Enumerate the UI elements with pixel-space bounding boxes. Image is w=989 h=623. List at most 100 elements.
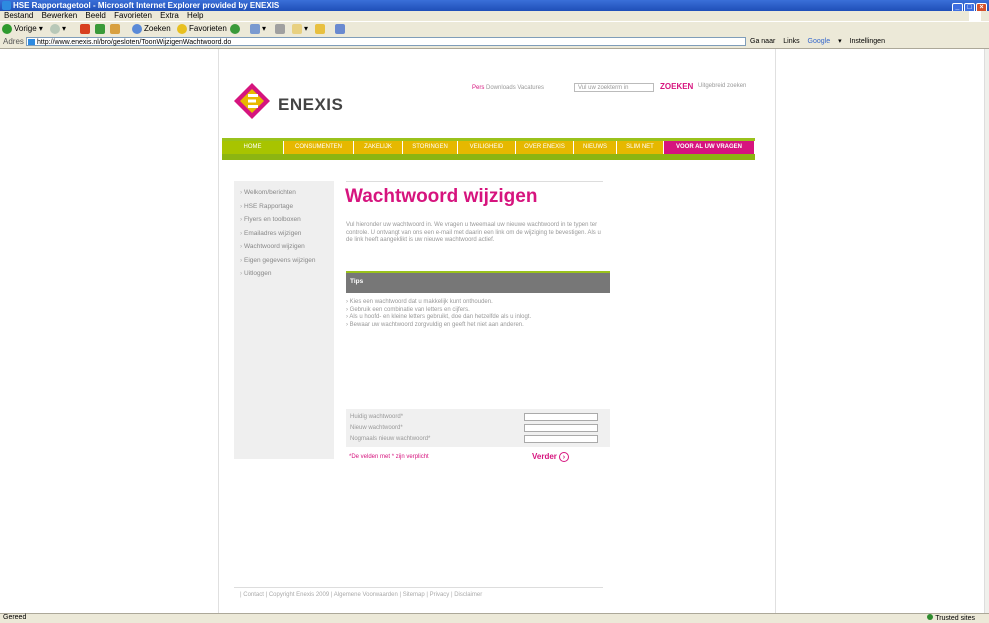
vertical-scrollbar[interactable]: [984, 49, 989, 613]
sidebar-item-hse-rapportage[interactable]: HSE Rapportage: [234, 200, 334, 214]
edit-button[interactable]: ▾: [292, 24, 308, 34]
window-titlebar: HSE Rapportagetool - Microsoft Internet …: [0, 0, 989, 14]
nav-voor-al-uw-vragen[interactable]: VOOR AL UW VRAGEN: [664, 141, 755, 154]
back-arrow-icon: [2, 24, 12, 34]
content-top-divider: [346, 181, 603, 182]
sidebar-item-eigen-gegevens[interactable]: Eigen gegevens wijzigen: [234, 254, 334, 268]
nav-subbar: [222, 154, 755, 160]
menu-beeld[interactable]: Beeld: [85, 11, 105, 20]
trusted-sites-icon: [927, 614, 934, 620]
security-zone: Trusted sites: [927, 614, 975, 623]
search-button[interactable]: Zoeken: [132, 24, 171, 34]
links-button[interactable]: Links: [783, 38, 799, 45]
tips-list: Kies een wachtwoord dat u makkelijk kunt…: [346, 299, 610, 329]
main-nav: HOME CONSUMENTEN ZAKELIJK STORINGEN VEIL…: [222, 138, 755, 160]
history-button[interactable]: [230, 24, 242, 34]
favorites-button[interactable]: Favorieten: [177, 24, 227, 34]
ie-icon: [2, 1, 11, 10]
new-password-label: Nieuw wachtwoord*: [350, 425, 403, 431]
go-button[interactable]: Ga naar: [750, 38, 775, 45]
settings-button[interactable]: Instellingen: [850, 38, 885, 45]
forward-button[interactable]: ▾: [50, 24, 66, 34]
menubar: Bestand Bewerken Beeld Favorieten Extra …: [0, 11, 989, 21]
submit-button[interactable]: Verder ›: [532, 452, 569, 462]
address-input[interactable]: http://www.enexis.nl/bro/gesloten/ToonWi…: [26, 37, 746, 46]
favorites-star-icon: [177, 24, 187, 34]
tip-item: Gebruik een combinatie van letters en ci…: [346, 307, 610, 315]
footer-link-disclaimer[interactable]: Disclaimer: [454, 592, 482, 598]
address-bar-right: Ga naar Links Google ▾ Instellingen: [750, 37, 891, 47]
messenger-button[interactable]: [335, 24, 347, 34]
footer-link-contact[interactable]: Contact: [243, 592, 264, 598]
toolbar: Vorige ▾ ▾ Zoeken Favorieten ▾ ▾: [0, 21, 989, 37]
menu-extra[interactable]: Extra: [160, 11, 179, 20]
nav-over-enexis[interactable]: OVER ENEXIS: [516, 141, 574, 154]
edit-icon: [292, 24, 302, 34]
nav-nieuws[interactable]: NIEUWS: [574, 141, 617, 154]
site-search-button[interactable]: ZOEKEN: [660, 82, 693, 91]
new-password-input[interactable]: [524, 424, 598, 432]
current-password-label: Huidig wachtwoord*: [350, 414, 404, 420]
nav-storingen[interactable]: STORINGEN: [403, 141, 458, 154]
footer-link-voorwaarden[interactable]: Algemene Voorwaarden: [334, 592, 398, 598]
history-icon: [230, 24, 240, 34]
home-icon: [110, 24, 120, 34]
top-link-vacatures[interactable]: Vacatures: [517, 85, 544, 91]
sidebar: Welkom/berichten HSE Rapportage Flyers e…: [234, 181, 334, 459]
page-viewport: ENEXIS Pers Downloads Vacatures Vul uw z…: [0, 49, 984, 613]
footer: | Contact | Copyright Enexis 2009 | Alge…: [240, 592, 483, 598]
menu-favorieten[interactable]: Favorieten: [114, 11, 152, 20]
enexis-logo-icon[interactable]: [234, 83, 270, 119]
advanced-search-link[interactable]: Uitgebreid zoeken: [698, 83, 746, 89]
enexis-wordmark[interactable]: ENEXIS: [278, 95, 343, 115]
top-link-pers[interactable]: Pers: [472, 85, 484, 91]
address-bar: Adres http://www.enexis.nl/bro/gesloten/…: [0, 36, 989, 49]
page-favicon-icon: [28, 39, 35, 45]
home-button[interactable]: [110, 24, 122, 34]
refresh-button[interactable]: [95, 24, 107, 34]
top-link-downloads[interactable]: Downloads: [486, 85, 516, 91]
footer-link-privacy[interactable]: Privacy: [430, 592, 450, 598]
print-icon: [275, 24, 285, 34]
submit-label: Verder: [532, 452, 557, 462]
password-form: Huidig wachtwoord* Nieuw wachtwoord* Nog…: [346, 409, 610, 447]
footer-copyright: Copyright Enexis 2009: [268, 592, 330, 598]
stop-icon: [80, 24, 90, 34]
tips-header: Tips: [346, 271, 610, 293]
menu-help[interactable]: Help: [187, 11, 203, 20]
folder-button[interactable]: [315, 24, 327, 34]
top-links: Pers Downloads Vacatures: [472, 83, 544, 93]
sidebar-item-emailadres[interactable]: Emailadres wijzigen: [234, 227, 334, 241]
nav-home[interactable]: HOME: [222, 141, 284, 154]
windows-logo-icon: [969, 11, 981, 21]
window-title: HSE Rapportagetool - Microsoft Internet …: [13, 1, 280, 10]
sidebar-item-uitloggen[interactable]: Uitloggen: [234, 267, 334, 281]
menu-bestand[interactable]: Bestand: [4, 11, 33, 20]
forward-arrow-icon: [50, 24, 60, 34]
current-password-input[interactable]: [524, 413, 598, 421]
site-search-input[interactable]: Vul uw zoekterm in: [574, 83, 654, 92]
nav-veiligheid[interactable]: VEILIGHEID: [458, 141, 516, 154]
nav-slim-net[interactable]: SLIM NET: [617, 141, 664, 154]
google-toolbar-logo: Google: [807, 38, 831, 45]
footer-link-sitemap[interactable]: Sitemap: [403, 592, 425, 598]
back-button[interactable]: Vorige ▾: [2, 24, 43, 34]
footer-divider: [234, 587, 603, 588]
nav-consumenten[interactable]: CONSUMENTEN: [284, 141, 354, 154]
sidebar-item-flyers[interactable]: Flyers en toolboxen: [234, 213, 334, 227]
mail-button[interactable]: ▾: [250, 24, 266, 34]
sidebar-item-wachtwoord[interactable]: Wachtwoord wijzigen: [234, 240, 334, 254]
arrow-right-circle-icon: ›: [558, 452, 569, 462]
sidebar-item-welkom[interactable]: Welkom/berichten: [234, 186, 334, 200]
address-label: Adres: [3, 37, 24, 46]
repeat-password-input[interactable]: [524, 435, 598, 443]
menu-bewerken[interactable]: Bewerken: [42, 11, 78, 20]
google-search-box[interactable]: ▾: [838, 38, 842, 45]
mail-icon: [250, 24, 260, 34]
tip-item: Kies een wachtwoord dat u makkelijk kunt…: [346, 299, 610, 307]
stop-button[interactable]: [80, 24, 92, 34]
messenger-icon: [335, 24, 345, 34]
print-button[interactable]: [275, 24, 287, 34]
page-title: Wachtwoord wijzigen: [345, 186, 538, 207]
nav-zakelijk[interactable]: ZAKELIJK: [354, 141, 403, 154]
